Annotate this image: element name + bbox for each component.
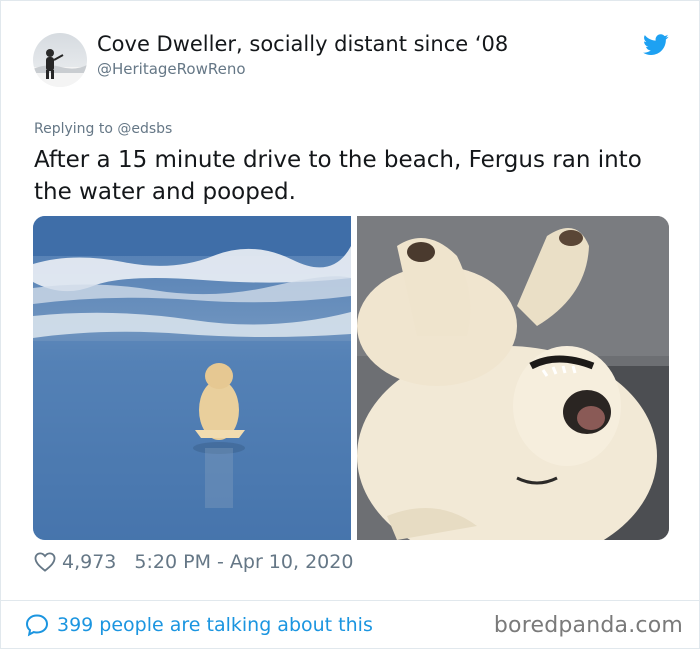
tweet-meta: 4,973 5:20 PM - Apr 10, 2020 <box>34 549 353 575</box>
conversation-link[interactable]: 399 people are talking about this <box>25 612 373 638</box>
divider <box>1 600 700 601</box>
tweet-card: Cove Dweller, socially distant since ‘08… <box>0 0 700 649</box>
watermark-logo: boredpanda.com <box>493 613 683 638</box>
tweet-media <box>33 216 669 540</box>
conversation-text[interactable]: 399 people are talking about this <box>57 614 373 636</box>
author-handle[interactable]: @HeritageRowReno <box>97 60 246 78</box>
photo-dog-on-back-on-couch[interactable] <box>357 216 669 540</box>
speech-bubble-icon <box>25 613 49 637</box>
avatar[interactable] <box>33 33 87 87</box>
tweet-text: After a 15 minute drive to the beach, Fe… <box>34 147 642 205</box>
tweet-timestamp[interactable]: 5:20 PM - Apr 10, 2020 <box>134 551 353 573</box>
replying-to[interactable]: Replying to @edsbs <box>34 121 172 137</box>
twitter-bird-icon[interactable] <box>643 34 669 58</box>
photo-dog-in-ocean[interactable] <box>33 216 351 540</box>
heart-icon[interactable] <box>34 552 56 572</box>
like-count[interactable]: 4,973 <box>62 551 116 573</box>
author-display-name[interactable]: Cove Dweller, socially distant since ‘08 <box>97 32 508 56</box>
